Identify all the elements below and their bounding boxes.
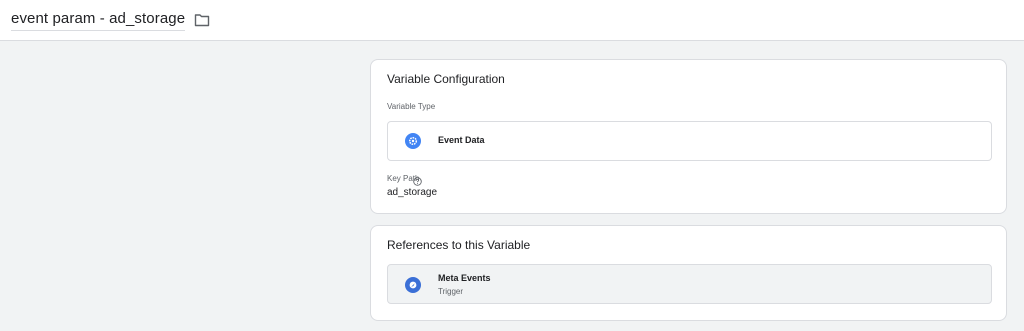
variable-configuration-card: Variable Configuration Variable Type Eve… — [370, 59, 1007, 214]
help-circle-icon[interactable] — [413, 173, 422, 186]
references-card: References to this Variable Meta Events … — [370, 225, 1007, 321]
variable-name-title[interactable]: event param - ad_storage — [11, 10, 186, 31]
title-wrap: event param - ad_storage — [11, 9, 210, 31]
variable-type-selector[interactable]: Event Data — [387, 121, 992, 161]
references-title: References to this Variable — [387, 238, 531, 252]
folder-icon[interactable] — [194, 13, 210, 27]
reference-item-name: Meta Events — [438, 273, 491, 283]
trigger-icon — [405, 277, 421, 293]
variable-type-value: Event Data — [438, 135, 485, 145]
page-header: event param - ad_storage — [0, 0, 1024, 41]
key-path-value: ad_storage — [387, 187, 438, 198]
variable-configuration-title: Variable Configuration — [387, 72, 505, 86]
reference-item-type: Trigger — [438, 287, 464, 296]
reference-item-meta-events[interactable]: Meta Events Trigger — [387, 264, 992, 304]
variable-type-label: Variable Type — [387, 102, 436, 111]
gear-icon — [405, 133, 421, 149]
